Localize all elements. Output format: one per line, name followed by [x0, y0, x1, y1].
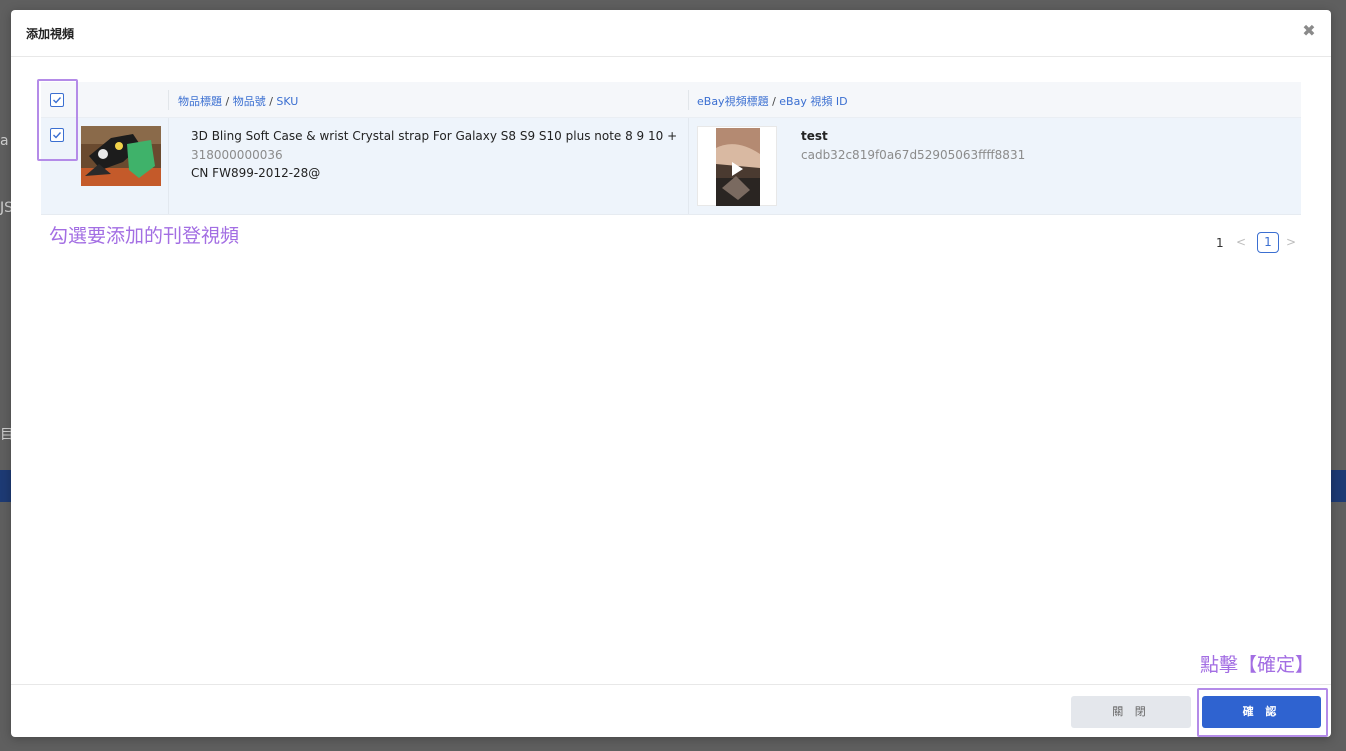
table-header: 物品標題 / 物品號 / SKU eBay視頻標題 / eBay 視頻 ID [41, 82, 1301, 118]
modal-footer: 關 閉 確 認 [11, 684, 1331, 738]
video-title: test [801, 129, 828, 143]
pagination-prev-button[interactable]: < [1236, 235, 1246, 249]
background-strip [0, 470, 11, 502]
pagination-page-current[interactable]: 1 [1257, 232, 1279, 253]
play-icon[interactable] [732, 162, 743, 176]
col-header-product[interactable]: 物品標題 / 物品號 / SKU [178, 93, 298, 109]
confirm-highlight [1197, 688, 1328, 737]
product-thumbnail [81, 126, 161, 186]
background-text: a [0, 133, 9, 149]
modal-title: 添加視頻 [26, 27, 75, 41]
checkbox-highlight [37, 79, 78, 161]
confirm-hint: 點擊【確定】 [1200, 654, 1315, 676]
product-sku: CN FW899-2012-28@ [191, 166, 321, 180]
table-row[interactable]: 3D Bling Soft Case & wrist Crystal strap… [41, 118, 1301, 215]
video-id: cadb32c819f0a67d52905063ffff8831 [801, 148, 1026, 162]
background-strip [1331, 470, 1346, 502]
close-icon[interactable]: ✖ [1301, 23, 1317, 39]
video-thumbnail[interactable] [697, 126, 777, 206]
modal-header: 添加視頻 ✖ [11, 10, 1331, 57]
pagination-next-button[interactable]: > [1286, 235, 1296, 249]
product-title: 3D Bling Soft Case & wrist Crystal strap… [191, 129, 678, 143]
pagination-total: 1 [1216, 236, 1224, 250]
item-number: 318000000036 [191, 148, 283, 162]
video-table: 物品標題 / 物品號 / SKU eBay視頻標題 / eBay 視頻 ID 3… [41, 82, 1301, 215]
add-video-modal: 添加視頻 ✖ 物品標題 / 物品號 / SKU eBay視頻標題 / eBay … [11, 10, 1331, 737]
select-hint: 勾選要添加的刊登視頻 [49, 225, 240, 247]
col-header-video[interactable]: eBay視頻標題 / eBay 視頻 ID [697, 93, 848, 109]
close-button[interactable]: 關 閉 [1071, 696, 1191, 728]
